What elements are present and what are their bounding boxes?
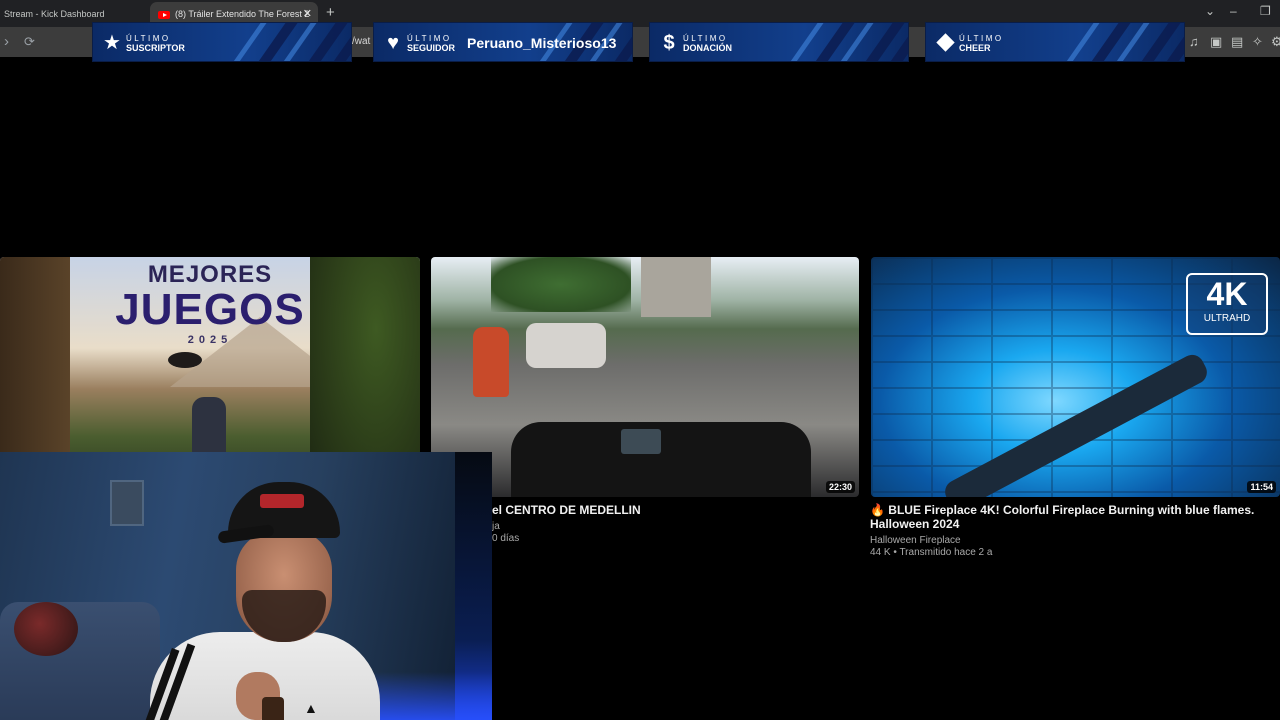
alert-last-follower: ♥ ÚLTIMO SEGUIDOR Peruano_Misterioso13 bbox=[373, 22, 633, 62]
wall-poster bbox=[110, 480, 144, 526]
alert-subtitle: DONACIÓN bbox=[683, 43, 732, 53]
adidas-logo-icon: ▲ bbox=[304, 700, 318, 716]
thumbnail-text: JUEGOS bbox=[115, 285, 305, 334]
reload-icon[interactable]: ⟳ bbox=[24, 34, 35, 50]
spider-creature bbox=[168, 352, 202, 368]
4k-badge: 4K ULTRAHD bbox=[1186, 273, 1268, 335]
character-figure bbox=[192, 397, 226, 457]
dollar-icon: $ bbox=[663, 32, 675, 54]
alert-last-donation: $ ÚLTIMO DONACIÓN bbox=[649, 22, 909, 62]
video-thumbnail-blue-fireplace[interactable]: 4K ULTRAHD 11:54 bbox=[871, 257, 1280, 497]
streamer: ▲ bbox=[140, 482, 380, 720]
alert-title: ÚLTIMO bbox=[126, 34, 171, 43]
webcam-overlay: ▲ bbox=[0, 452, 492, 720]
video-duration: 22:30 bbox=[825, 481, 855, 493]
star-icon: ★ bbox=[103, 32, 121, 54]
video-meta: 44 K • Transmitido hace 2 a bbox=[870, 547, 993, 558]
alert-title: ÚLTIMO bbox=[959, 34, 1004, 43]
badge-ultrahd-text: ULTRAHD bbox=[1203, 313, 1251, 324]
video-duration: 11:54 bbox=[1247, 481, 1276, 493]
music-icon[interactable]: ♫ bbox=[1189, 34, 1199, 49]
helmet bbox=[14, 602, 78, 656]
alert-last-subscriber: ★ ÚLTIMO SUSCRIPTOR bbox=[92, 22, 352, 62]
video-title[interactable]: 🔥 BLUE Fireplace 4K! Colorful Fireplace … bbox=[870, 503, 1275, 531]
alert-subtitle: CHEER bbox=[959, 43, 991, 53]
new-tab-button[interactable]: + bbox=[326, 4, 335, 21]
chevron-down-icon[interactable]: ⌄ bbox=[1205, 4, 1215, 18]
forward-icon[interactable]: › bbox=[4, 33, 9, 50]
minimize-icon[interactable]: – bbox=[1230, 4, 1237, 18]
video-title[interactable]: el CENTRO DE MEDELLIN bbox=[492, 503, 641, 517]
sidebar-icon[interactable]: ▣ bbox=[1210, 34, 1222, 50]
badge-4k-text: 4K bbox=[1206, 276, 1248, 312]
alert-name: Peruano_Misterioso13 bbox=[467, 35, 617, 51]
wallet-icon[interactable]: ▤ bbox=[1231, 34, 1243, 50]
tab-label: Stream - Kick Dashboard bbox=[4, 9, 105, 19]
alert-title: ÚLTIMO bbox=[683, 34, 728, 43]
settings-icon[interactable]: ⚙ bbox=[1271, 34, 1280, 50]
alert-subtitle: SEGUIDOR bbox=[407, 43, 456, 53]
address-bar-fragment[interactable]: /wat bbox=[352, 36, 370, 47]
tab-label: (8) Tráiler Extendido The Forest 2 bbox=[175, 9, 310, 19]
video-meta: 0 días bbox=[492, 533, 520, 544]
video-thumbnail-medellin[interactable]: 22:30 bbox=[431, 257, 859, 497]
alert-subtitle: SUSCRIPTOR bbox=[126, 43, 185, 53]
heart-icon: ♥ bbox=[387, 32, 399, 54]
youtube-icon bbox=[158, 10, 170, 19]
restore-icon[interactable]: ❐ bbox=[1260, 4, 1271, 18]
alert-last-cheer: ÚLTIMO CHEER bbox=[925, 22, 1185, 62]
diamond-icon bbox=[934, 32, 956, 54]
thumbnail-text: 2025 bbox=[187, 334, 233, 346]
alert-title: ÚLTIMO bbox=[407, 34, 452, 43]
sparkle-icon[interactable]: ✧ bbox=[1252, 34, 1263, 50]
